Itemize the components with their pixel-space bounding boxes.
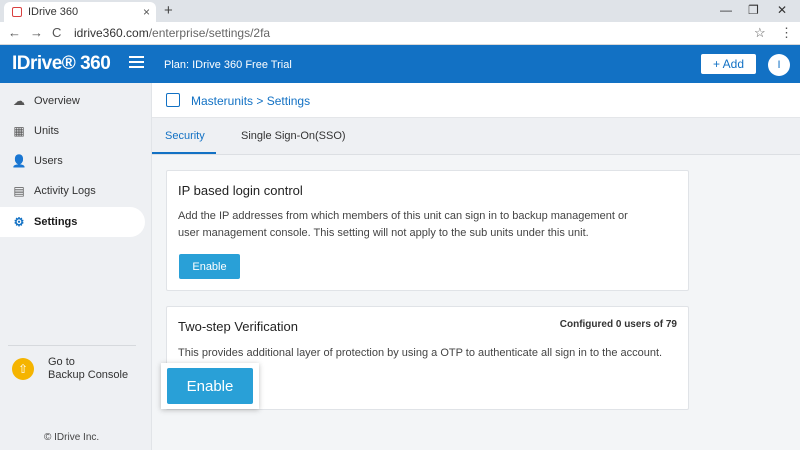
hamburger-menu-icon[interactable] [129, 56, 144, 68]
sidebar-item-settings[interactable]: ⚙ Settings [0, 207, 145, 237]
sidebar-item-activity-logs[interactable]: ▤ Activity Logs [0, 177, 145, 205]
app-header: IDrive® 360 Plan: IDrive 360 Free Trial … [0, 45, 800, 83]
ip-login-card: IP based login control Add the IP addres… [166, 170, 689, 291]
tab-close-icon[interactable]: × [143, 5, 150, 19]
browser-tab[interactable]: IDrive 360 × [4, 2, 156, 22]
ip-card-title: IP based login control [178, 183, 303, 198]
sidebar-item-units[interactable]: ▦ Units [0, 117, 145, 145]
cloud-upload-icon: ⇧ [12, 358, 34, 380]
plan-label: Plan: IDrive 360 Free Trial [164, 59, 292, 71]
building-icon [166, 93, 180, 107]
backup-console-link[interactable]: ⇧ Go to Backup Console [12, 356, 128, 382]
ip-card-description: Add the IP addresses from which members … [178, 210, 628, 239]
restore-button[interactable]: ❐ [748, 3, 759, 17]
minimize-button[interactable]: — [720, 3, 732, 17]
sidebar-item-label: Overview [34, 95, 80, 107]
breadcrumb-current: Settings [266, 94, 311, 108]
ip-enable-button[interactable]: Enable [179, 254, 240, 279]
idrive-logo[interactable]: IDrive® 360 [12, 53, 111, 75]
sidebar: ☁ Overview ▦ Units 👤 Users ▤ Activity Lo… [0, 83, 152, 450]
window-close-button[interactable]: ✕ [777, 3, 787, 17]
sidebar-item-users[interactable]: 👤 Users [0, 147, 145, 175]
two-step-title: Two-step Verification [178, 319, 298, 334]
url-host: idrive360.com [74, 26, 149, 40]
browser-tab-title: IDrive 360 [28, 6, 79, 18]
browser-tab-bar: IDrive 360 × + — ❐ ✕ [0, 0, 800, 22]
two-step-description: This provides additional layer of protec… [178, 347, 663, 359]
reload-button[interactable]: C [52, 25, 61, 40]
sidebar-item-label: Users [34, 155, 63, 167]
sidebar-item-overview[interactable]: ☁ Overview [0, 87, 145, 115]
url-field[interactable]: idrive360.com/enterprise/settings/2fa [74, 26, 270, 40]
sidebar-divider [8, 345, 136, 346]
sidebar-item-label: Units [34, 125, 60, 137]
copyright: © IDrive Inc. [44, 432, 100, 443]
user-avatar[interactable]: I [768, 54, 790, 76]
grid-icon: ▦ [13, 124, 25, 138]
browser-menu-icon[interactable]: ⋮ [780, 25, 793, 41]
enable-button-highlight: Enable [161, 363, 259, 409]
breadcrumb-masterunits[interactable]: Masterunits [191, 94, 253, 108]
bookmark-star-icon[interactable]: ☆ [754, 25, 766, 41]
breadcrumb: Masterunits > Settings [152, 83, 800, 118]
favicon-icon [12, 7, 22, 17]
tab-security[interactable]: Security [165, 130, 205, 142]
tab-sso[interactable]: Single Sign-On(SSO) [241, 130, 346, 142]
gear-icon: ⚙ [13, 215, 25, 229]
backup-line2: Backup Console [48, 369, 129, 381]
back-button[interactable]: ← [8, 25, 21, 40]
user-icon: 👤 [11, 154, 27, 168]
breadcrumb-separator: > [256, 94, 264, 108]
sidebar-item-label: Activity Logs [34, 185, 96, 197]
sidebar-item-label: Settings [34, 216, 78, 228]
active-tab-indicator [152, 152, 216, 154]
cloud-icon: ☁ [13, 94, 25, 108]
configured-count: Configured 0 users of 79 [559, 319, 677, 330]
settings-tabs: Security Single Sign-On(SSO) [152, 118, 800, 155]
clipboard-icon: ▤ [13, 184, 25, 198]
two-step-enable-button[interactable]: Enable [167, 368, 253, 404]
backup-line1: Go to [48, 356, 75, 368]
url-path: /enterprise/settings/2fa [148, 26, 271, 40]
new-tab-button[interactable]: + [164, 2, 173, 19]
add-button[interactable]: + Add [701, 54, 756, 74]
forward-button[interactable]: → [30, 25, 43, 40]
address-bar: ← → C idrive360.com/enterprise/settings/… [0, 22, 800, 45]
